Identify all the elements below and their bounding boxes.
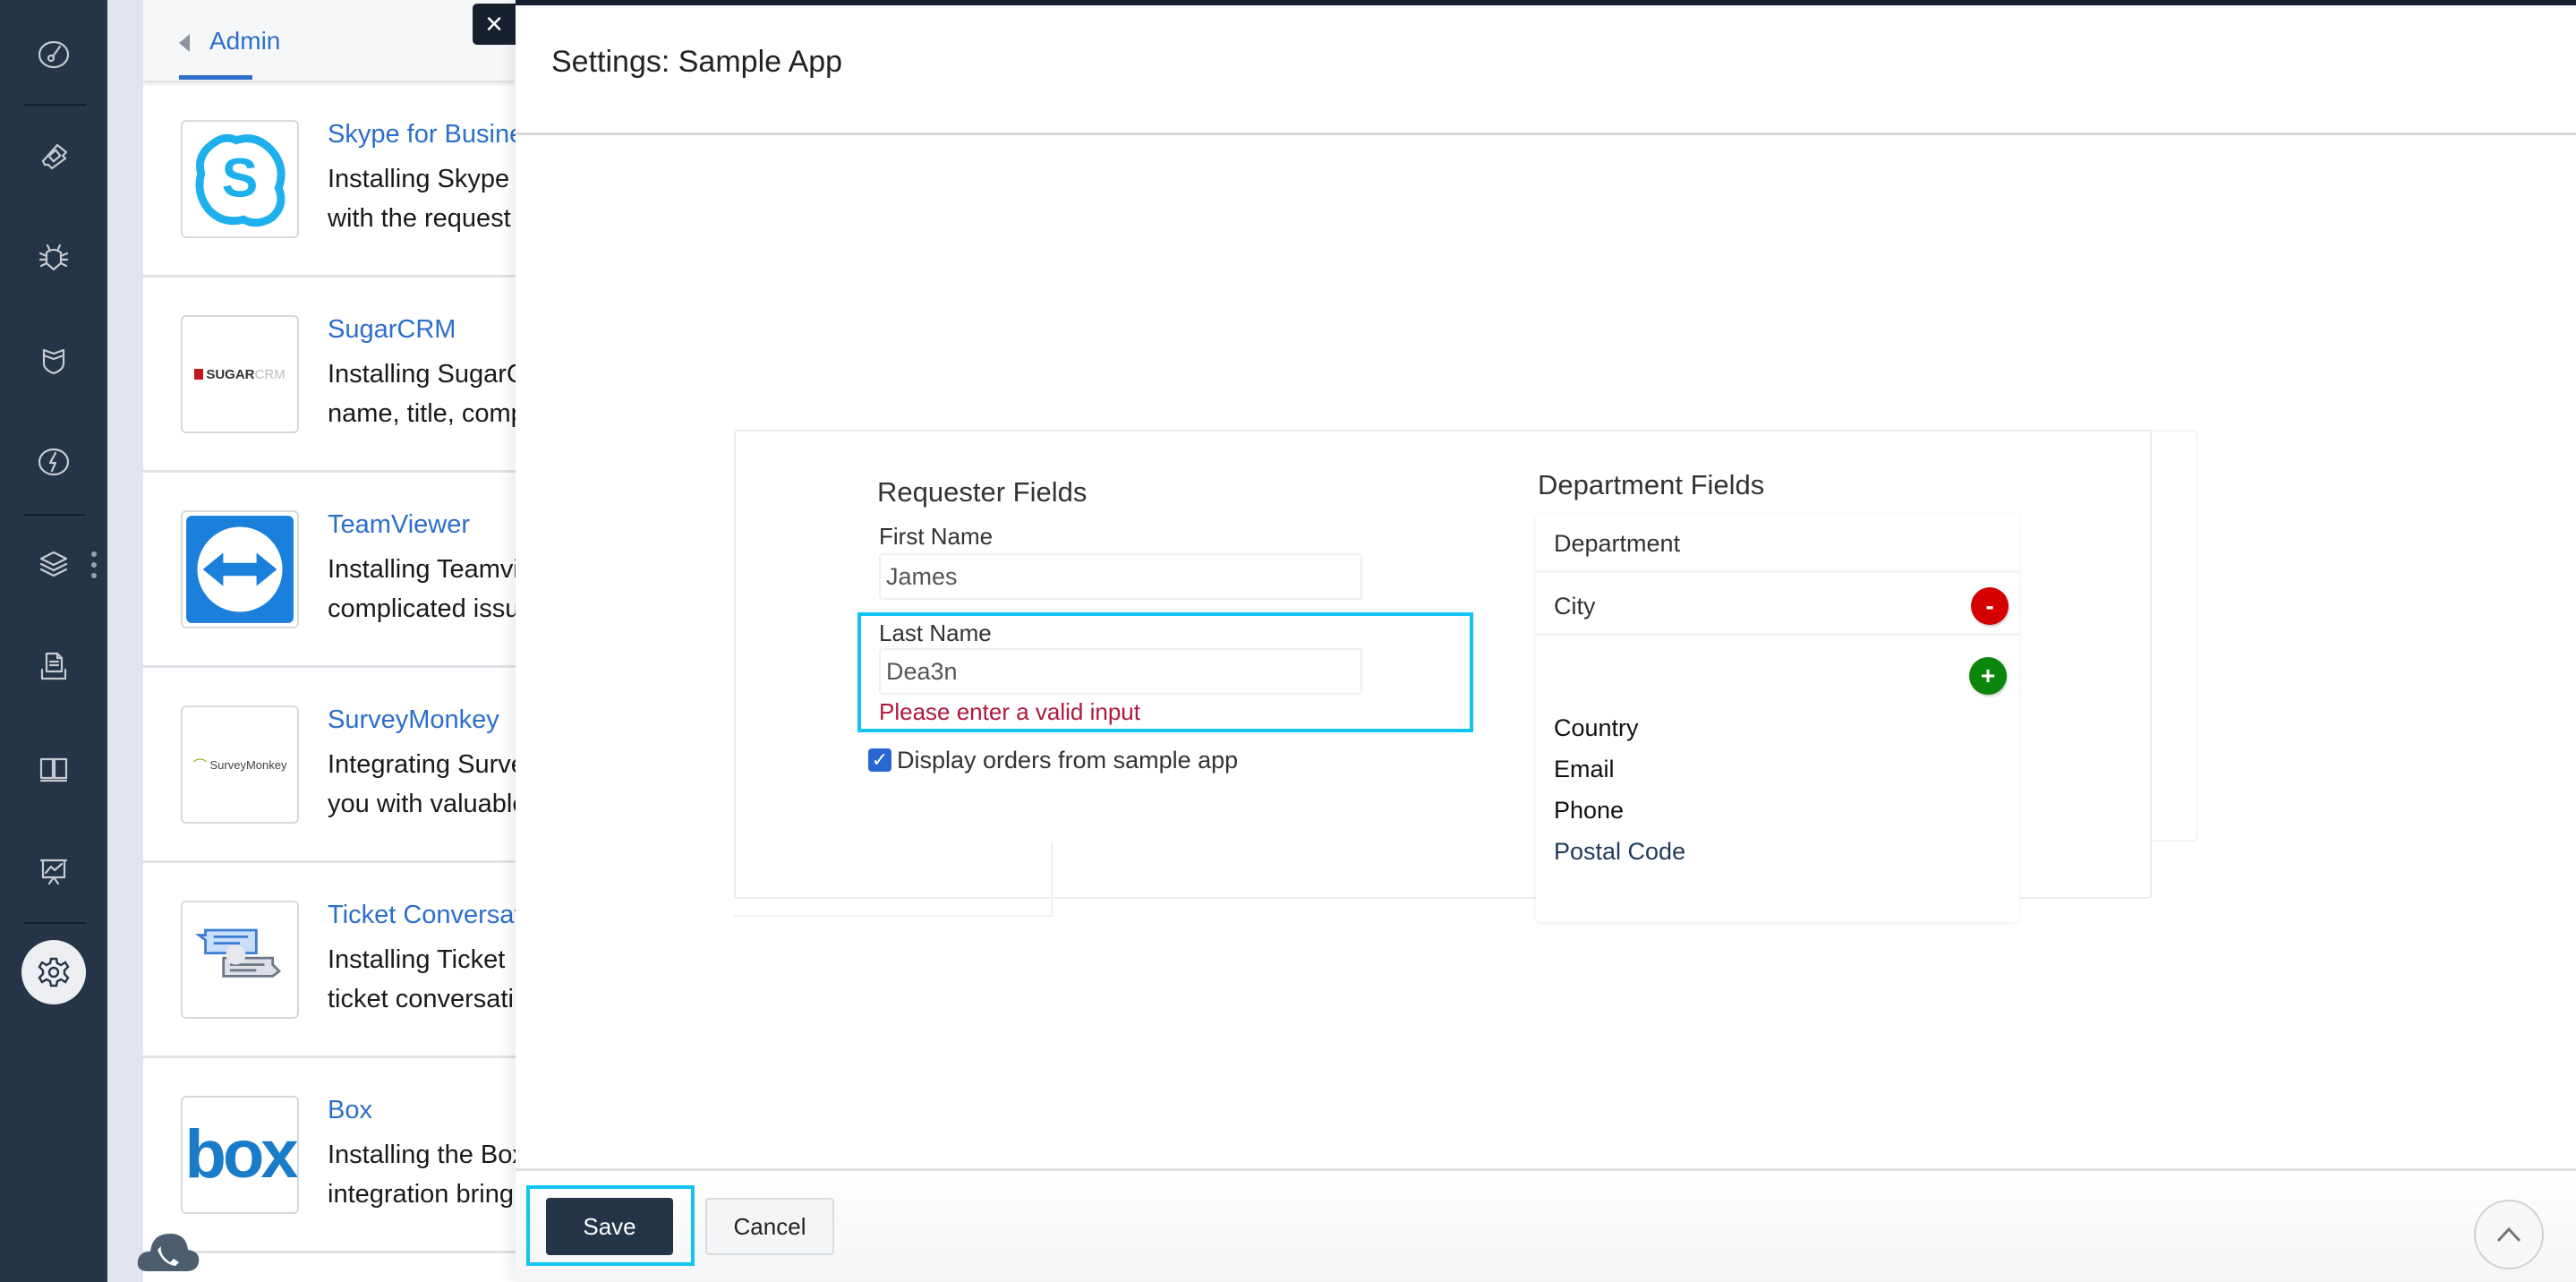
- chevron-up-icon: [2496, 1226, 2521, 1243]
- dept-field-row: Department: [1536, 514, 2019, 573]
- app-description: Installing Skype with the request: [328, 165, 511, 233]
- add-field-button[interactable]: +: [1969, 657, 2007, 695]
- integrations-list-panel: Admin S Skype for Business Installing Sk…: [143, 0, 516, 1282]
- department-fields-title: Department Fields: [1538, 469, 1765, 500]
- sidebar-divider: [23, 104, 86, 106]
- validation-error: Please enter a valid input: [879, 698, 1140, 725]
- settings-modal: Settings: Sample App Requester Fields Fi…: [516, 0, 2576, 1282]
- cancel-button[interactable]: Cancel: [705, 1198, 834, 1255]
- dept-field-label: City: [1554, 593, 1596, 620]
- tickets-icon[interactable]: [27, 129, 81, 183]
- last-name-input[interactable]: [879, 648, 1362, 695]
- breadcrumb-admin[interactable]: Admin: [209, 27, 280, 56]
- app-name[interactable]: Ticket Conversations: [328, 901, 516, 930]
- first-name-input[interactable]: [879, 553, 1362, 600]
- last-name-label: Last Name: [879, 620, 992, 646]
- header-divider: [516, 132, 2576, 135]
- app-name[interactable]: SugarCRM: [328, 315, 456, 345]
- dept-option[interactable]: Country: [1554, 714, 1639, 742]
- close-modal-button[interactable]: ×: [473, 4, 516, 45]
- requester-fields-title: Requester Fields: [877, 476, 1088, 508]
- dept-option[interactable]: Phone: [1554, 797, 1624, 825]
- dept-option[interactable]: Email: [1554, 756, 1615, 783]
- app-root: Admin S Skype for Business Installing Sk…: [0, 0, 2576, 1282]
- analytics-icon[interactable]: [27, 843, 81, 897]
- admin-gear-icon[interactable]: [21, 940, 86, 1004]
- main-sidebar: [0, 0, 107, 1282]
- list-item[interactable]: S Skype for Business Installing Skypewit…: [143, 82, 516, 278]
- knowledge-icon[interactable]: [27, 741, 81, 795]
- panel-gutter: [107, 0, 143, 1282]
- dept-field-row: City -: [1536, 577, 2019, 636]
- list-item[interactable]: TeamViewer Installing Teamviewercomplica…: [143, 473, 516, 668]
- app-name[interactable]: Box: [328, 1096, 372, 1125]
- list-header: Admin: [143, 0, 516, 81]
- app-description: Installing Teamviewercomplicated issu: [328, 555, 516, 623]
- box-logo: box: [181, 1096, 299, 1214]
- app-name[interactable]: SurveyMonkey: [328, 705, 499, 735]
- dept-option[interactable]: Postal Code: [1554, 838, 1685, 866]
- scroll-to-top-button[interactable]: [2474, 1200, 2544, 1269]
- footer-divider: [516, 1168, 2576, 1171]
- remove-field-button[interactable]: -: [1971, 587, 2009, 625]
- save-button[interactable]: Save: [546, 1198, 673, 1255]
- dashboard-icon[interactable]: [27, 27, 81, 81]
- sidebar-divider: [23, 922, 86, 924]
- list-item[interactable]: Ticket Conversations Installing Ticketti…: [143, 863, 516, 1058]
- display-orders-checkbox[interactable]: ✓: [868, 748, 891, 772]
- teamviewer-logo: [181, 510, 299, 628]
- svg-text:S: S: [222, 148, 259, 209]
- sidebar-more-icon[interactable]: [90, 551, 98, 578]
- app-name[interactable]: Skype for Business: [328, 120, 516, 150]
- app-description: Installing the Box integration bring: [328, 1141, 516, 1209]
- solutions-icon[interactable]: [27, 639, 81, 693]
- dept-field-label: Department: [1554, 530, 1681, 557]
- assets-icon[interactable]: [27, 537, 81, 591]
- list-item[interactable]: SUGARCRM SugarCRM Installing SugarCRMnam…: [143, 278, 516, 473]
- app-description: Installing Ticket ticket conversati: [328, 945, 514, 1013]
- app-description: Integrating SurveyMonkeyyou with valuabl…: [328, 750, 516, 818]
- form-card-shadow: [734, 842, 1053, 917]
- list-item[interactable]: ⌒ SurveyMonkey SurveyMonkey Integrating S…: [143, 668, 516, 863]
- list-item[interactable]: box Box Installing the Box integration br…: [143, 1058, 516, 1253]
- sugarcrm-logo: SUGAR CRM: [181, 315, 299, 433]
- surveymonkey-logo: ⌒ SurveyMonkey: [181, 705, 299, 824]
- releases-icon[interactable]: [27, 435, 81, 489]
- sidebar-divider: [23, 514, 86, 516]
- tab-underline: [179, 75, 252, 80]
- skype-logo: S: [181, 120, 299, 238]
- display-orders-label[interactable]: Display orders from sample app: [897, 747, 1238, 774]
- app-description: Installing SugarCRMname, title, comp: [328, 360, 516, 428]
- phone-cloud-icon[interactable]: [136, 1226, 200, 1273]
- modal-title: Settings: Sample App: [551, 45, 843, 79]
- changes-icon[interactable]: [27, 333, 81, 387]
- first-name-label: First Name: [879, 523, 994, 550]
- ticket-conversations-logo: [181, 901, 299, 1019]
- department-fields-box: Department City - + Country Email Phone …: [1536, 514, 2019, 922]
- app-name[interactable]: TeamViewer: [328, 510, 470, 540]
- back-caret-icon[interactable]: [179, 34, 190, 52]
- problems-icon[interactable]: [27, 231, 81, 285]
